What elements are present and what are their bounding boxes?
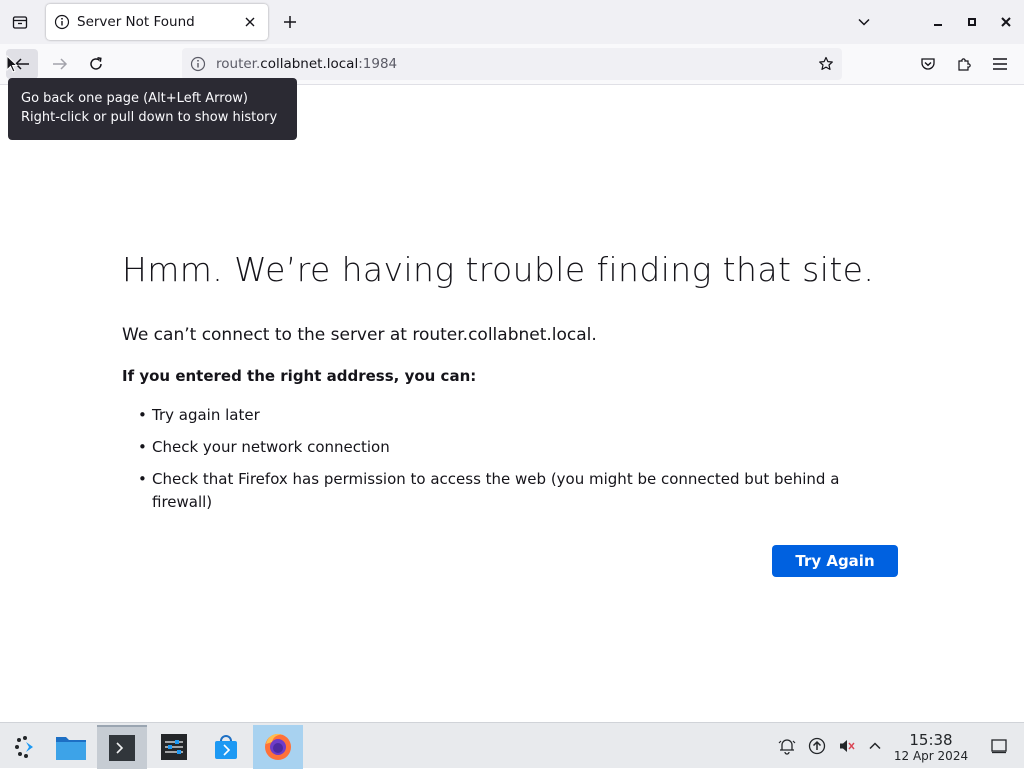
error-title: Hmm. We’re having trouble finding that s…	[122, 250, 875, 289]
bookmark-star-icon[interactable]	[816, 54, 836, 74]
mouse-cursor-icon	[6, 54, 19, 77]
address-bar[interactable]: router.collabnet.local:1984	[182, 48, 842, 80]
menu-hamburger-icon[interactable]	[984, 49, 1016, 79]
notifications-bell-icon[interactable]	[776, 735, 798, 757]
forward-button[interactable]	[44, 49, 76, 79]
list-item: Check your network connection	[138, 436, 858, 459]
firefox-icon[interactable]	[253, 725, 303, 769]
tooltip-line: Go back one page (Alt+Left Arrow)	[21, 91, 248, 106]
tab-strip: Server Not Found	[0, 0, 1024, 44]
tab-list-icon[interactable]	[6, 8, 34, 36]
close-window-icon[interactable]	[992, 8, 1020, 36]
settings-icon[interactable]	[149, 725, 199, 769]
error-description: We can’t connect to the server at router…	[122, 325, 597, 345]
file-manager-icon[interactable]	[46, 725, 96, 769]
clock[interactable]: 15:38 12 Apr 2024	[890, 732, 972, 764]
tooltip-line: Right-click or pull down to show history	[21, 110, 278, 125]
system-tray-expand-icon[interactable]	[864, 735, 886, 757]
maximize-icon[interactable]	[958, 8, 986, 36]
suggestions-heading: If you entered the right address, you ca…	[122, 367, 477, 385]
app-launcher-icon[interactable]	[0, 725, 50, 769]
taskbar: 15:38 12 Apr 2024	[0, 722, 1024, 769]
suggestions-list: Try again later Check your network conne…	[138, 404, 858, 523]
tab-server-not-found[interactable]: Server Not Found	[46, 4, 268, 40]
minimize-icon[interactable]	[924, 8, 952, 36]
show-desktop-icon[interactable]	[988, 735, 1010, 757]
list-item: Try again later	[138, 404, 858, 427]
store-icon[interactable]	[201, 725, 251, 769]
volume-muted-icon[interactable]	[836, 735, 858, 757]
clock-time: 15:38	[909, 731, 953, 749]
new-tab-icon[interactable]	[276, 8, 304, 36]
list-all-tabs-chevron-icon[interactable]	[850, 8, 878, 36]
back-button-tooltip: Go back one page (Alt+Left Arrow) Right-…	[8, 78, 297, 140]
reload-button[interactable]	[80, 49, 112, 79]
site-info-icon[interactable]	[190, 56, 206, 72]
pocket-icon[interactable]	[912, 49, 944, 79]
tab-title: Server Not Found	[77, 14, 195, 30]
terminal-icon[interactable]	[97, 725, 147, 769]
extensions-puzzle-icon[interactable]	[948, 49, 980, 79]
list-item: Check that Firefox has permission to acc…	[138, 468, 858, 514]
try-again-button[interactable]: Try Again	[772, 545, 898, 577]
update-icon[interactable]	[806, 735, 828, 757]
url-text: router.collabnet.local:1984	[216, 56, 398, 72]
clock-date: 12 Apr 2024	[893, 749, 969, 763]
close-tab-icon[interactable]	[240, 12, 260, 32]
info-icon	[54, 14, 70, 30]
error-page: Hmm. We’re having trouble finding that s…	[0, 86, 1024, 722]
